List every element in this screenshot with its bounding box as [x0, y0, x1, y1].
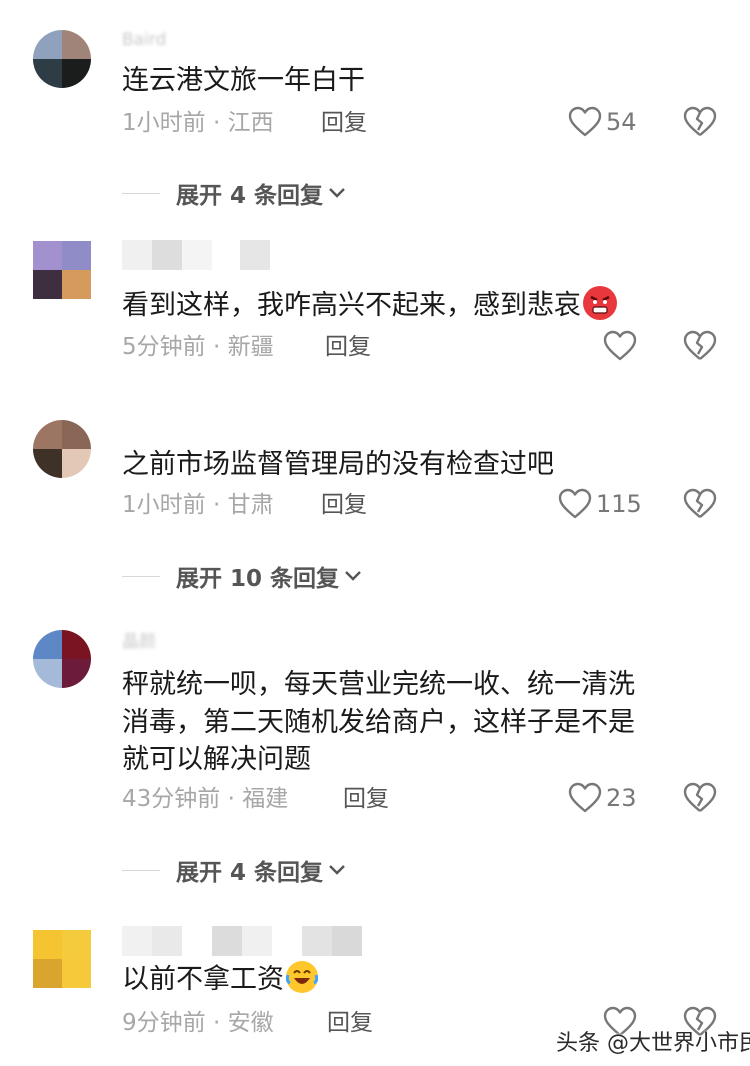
- reply-button[interactable]: 回复: [343, 784, 389, 814]
- like-count: 23: [606, 784, 637, 812]
- reply-button[interactable]: 回复: [327, 1008, 373, 1038]
- comment-text-line-1: 秤就统一呗，每天营业完统一收、统一清洗: [122, 669, 635, 700]
- like-button[interactable]: 23: [568, 782, 637, 814]
- username-mosaic: [122, 926, 362, 956]
- chevron-down-icon: [329, 188, 345, 198]
- heart-icon: [568, 106, 602, 137]
- comment-meta: 1小时前 · 甘肃: [122, 492, 274, 518]
- comment-text: 之前市场监督管理局的没有检查过吧: [122, 449, 554, 480]
- comment-meta: 9分钟前 · 安徽: [122, 1010, 274, 1036]
- angry-face-emoji: [583, 286, 617, 320]
- heart-icon: [568, 782, 602, 813]
- dislike-button[interactable]: [683, 106, 717, 142]
- chevron-down-icon: [345, 571, 361, 581]
- comment-text-line-2: 消毒，第二天随机发给商户，这样子是不是: [122, 707, 635, 738]
- chevron-down-icon: [329, 865, 345, 875]
- expand-replies-label: 展开 10 条回复: [176, 566, 340, 592]
- reply-button[interactable]: 回复: [321, 490, 367, 520]
- like-count: 115: [596, 490, 642, 518]
- laughing-crying-emoji: [285, 961, 319, 993]
- divider-line: [122, 575, 160, 577]
- comment-meta: 1小时前 · 江西: [122, 110, 274, 136]
- comment-text-content: 看到这样，我咋高兴不起来，感到悲哀: [122, 290, 581, 321]
- dislike-button[interactable]: [683, 330, 717, 366]
- comment-text: 看到这样，我咋高兴不起来，感到悲哀: [122, 286, 712, 324]
- avatar[interactable]: [33, 930, 91, 988]
- like-button[interactable]: 115: [558, 488, 642, 520]
- heart-icon: [558, 488, 592, 519]
- avatar[interactable]: [33, 30, 91, 88]
- reply-button[interactable]: 回复: [325, 332, 371, 362]
- expand-replies[interactable]: 展开 10 条回复: [122, 559, 363, 593]
- expand-replies[interactable]: 展开 4 条回复: [122, 176, 347, 210]
- comment-text-content: 以前不拿工资: [122, 964, 284, 995]
- avatar[interactable]: [33, 420, 91, 478]
- heart-icon: [603, 330, 637, 361]
- broken-heart-icon: [683, 330, 717, 360]
- reply-button[interactable]: 回复: [321, 108, 367, 138]
- like-button[interactable]: [603, 330, 637, 362]
- avatar[interactable]: [33, 630, 91, 688]
- comment-text: 以前不拿工资: [122, 961, 712, 998]
- like-count: 54: [606, 108, 637, 136]
- comment-text-line-3: 就可以解决问题: [122, 744, 311, 775]
- like-button[interactable]: 54: [568, 106, 637, 138]
- expand-replies[interactable]: 展开 4 条回复: [122, 853, 347, 887]
- avatar[interactable]: [33, 241, 91, 299]
- source-watermark: 头条 @大世界小市民: [556, 1031, 750, 1056]
- expand-replies-label: 展开 4 条回复: [176, 183, 324, 209]
- dislike-button[interactable]: [683, 782, 717, 818]
- divider-line: [122, 192, 160, 194]
- dislike-button[interactable]: [683, 488, 717, 524]
- broken-heart-icon: [683, 106, 717, 136]
- username-mosaic: [122, 240, 270, 270]
- broken-heart-icon: [683, 488, 717, 518]
- comment-meta: 5分钟前 · 新疆: [122, 334, 274, 360]
- divider-line: [122, 869, 160, 871]
- expand-replies-label: 展开 4 条回复: [176, 860, 324, 886]
- broken-heart-icon: [683, 782, 717, 812]
- username[interactable]: 晶颜: [122, 632, 272, 652]
- comment-meta: 43分钟前 · 福建: [122, 786, 289, 812]
- comment-text: 连云港文旅一年白干: [122, 65, 365, 96]
- username[interactable]: Baird: [122, 30, 272, 50]
